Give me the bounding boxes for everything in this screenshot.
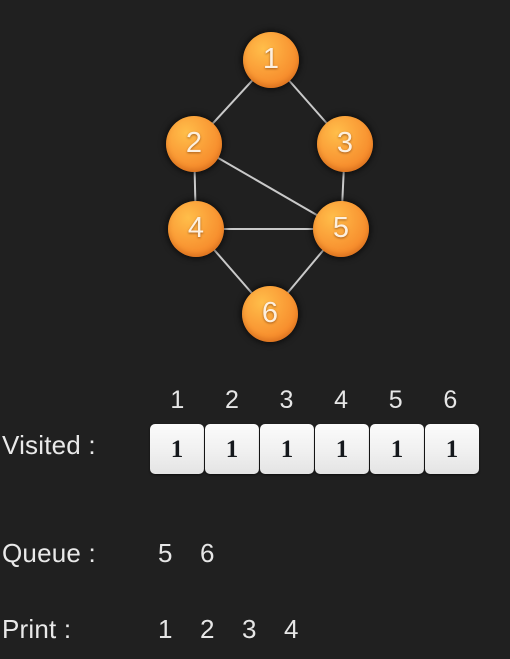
visited-cell-value: 1 <box>280 435 294 463</box>
graph-diagram: 1 2 3 4 5 6 <box>0 0 510 360</box>
graph-node-4[interactable]: 4 <box>168 201 224 257</box>
graph-edge <box>287 79 329 125</box>
visited-column-header: 1 <box>170 386 185 414</box>
print-value: 1 <box>158 614 173 644</box>
visited-cell-value: 1 <box>225 435 239 463</box>
graph-node-3[interactable]: 3 <box>317 116 373 172</box>
graph-edge <box>341 169 345 204</box>
graph-node-label: 1 <box>262 42 280 75</box>
graph-edge <box>211 78 254 126</box>
visited-cell[interactable]: 1 <box>315 424 369 474</box>
graph-edge <box>286 248 325 295</box>
visited-array: 1 1 1 1 1 1 <box>150 424 479 474</box>
print-value: 4 <box>284 614 299 644</box>
queue-value: 5 <box>158 538 173 568</box>
graph-node-label: 6 <box>261 296 279 329</box>
visited-column-headers: 1 2 3 4 5 6 <box>150 386 478 415</box>
visited-cell[interactable]: 1 <box>205 424 259 474</box>
graph-edge <box>193 169 197 204</box>
visited-cell[interactable]: 1 <box>150 424 204 474</box>
graph-node-label: 3 <box>336 126 354 159</box>
visited-cell[interactable]: 1 <box>425 424 479 474</box>
graph-node-1[interactable]: 1 <box>243 32 299 88</box>
print-values: 1234 <box>158 614 326 645</box>
graph-node-label: 2 <box>185 126 203 159</box>
visited-cell-value: 1 <box>445 435 459 463</box>
graph-node-6[interactable]: 6 <box>242 286 298 342</box>
visited-cell-value: 1 <box>170 435 184 463</box>
visited-column-header: 6 <box>443 386 458 414</box>
graph-edge <box>216 156 319 217</box>
visited-column-header: 5 <box>388 386 403 414</box>
print-row-label: Print : <box>2 614 72 644</box>
visited-cell[interactable]: 1 <box>370 424 424 474</box>
visited-cell[interactable]: 1 <box>260 424 314 474</box>
visited-column-header: 2 <box>224 386 239 414</box>
queue-value: 6 <box>200 538 215 568</box>
graph-edge <box>212 248 254 295</box>
graph-node-label: 5 <box>332 211 350 244</box>
visited-cell-value: 1 <box>335 435 349 463</box>
bfs-visualization-canvas: 123456 Visited : 123456 111111 Queue : 5… <box>0 0 510 659</box>
graph-node-label: 4 <box>187 211 205 244</box>
visited-row-label: Visited : <box>2 430 96 460</box>
visited-column-header: 4 <box>334 386 349 414</box>
graph-node-5[interactable]: 5 <box>313 201 369 257</box>
visited-column-header: 3 <box>279 386 294 414</box>
visited-cell-value: 1 <box>390 435 404 463</box>
print-value: 2 <box>200 614 215 644</box>
graph-node-2[interactable]: 2 <box>166 116 222 172</box>
print-value: 3 <box>242 614 257 644</box>
queue-values: 56 <box>158 538 242 569</box>
queue-row-label: Queue : <box>2 538 96 568</box>
